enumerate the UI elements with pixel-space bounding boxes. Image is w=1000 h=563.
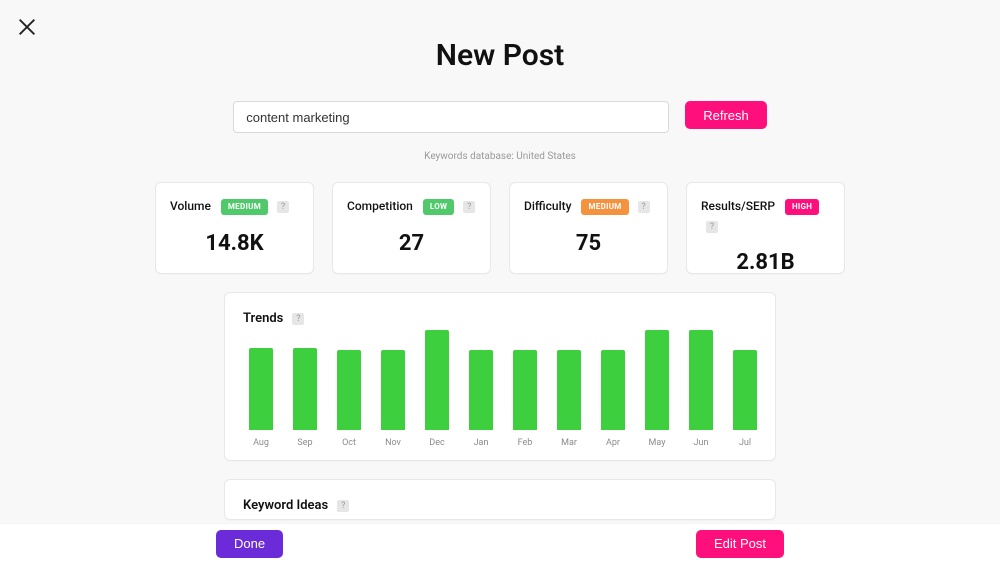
bar-label: Oct xyxy=(342,438,356,448)
badge-difficulty: MEDIUM xyxy=(581,199,628,215)
bar xyxy=(293,348,317,430)
trends-bar: May xyxy=(645,330,669,448)
card-difficulty: Difficulty MEDIUM ? 75 xyxy=(509,182,668,274)
card-results: Results/SERP HIGH ? 2.81B xyxy=(686,182,845,274)
card-volume-label: Volume xyxy=(170,199,211,213)
card-results-value: 2.81B xyxy=(701,250,830,275)
done-button[interactable]: Done xyxy=(216,530,283,558)
bar xyxy=(425,330,449,430)
bar-label: Jan xyxy=(474,438,489,448)
search-row: Refresh xyxy=(0,101,1000,133)
trends-bar: Mar xyxy=(557,350,581,448)
trends-bar: Dec xyxy=(425,330,449,448)
trends-chart: Aug Sep Oct Nov Dec Jan Feb Mar Apr May Jun Jul xyxy=(243,338,757,448)
edit-post-button[interactable]: Edit Post xyxy=(696,530,784,558)
card-difficulty-value: 75 xyxy=(524,231,653,256)
trends-bar: Feb xyxy=(513,350,537,448)
card-results-label: Results/SERP xyxy=(701,199,775,213)
bar-label: Feb xyxy=(518,438,533,448)
bar-label: Nov xyxy=(385,438,401,448)
badge-results: HIGH xyxy=(785,199,819,215)
bar xyxy=(381,350,405,430)
bar xyxy=(513,350,537,430)
trends-bar: Jan xyxy=(469,350,493,448)
close-icon xyxy=(16,23,38,42)
help-icon[interactable]: ? xyxy=(706,221,718,233)
trends-bar: Oct xyxy=(337,350,361,448)
trends-panel: Trends ? Aug Sep Oct Nov Dec Jan Feb Mar Apr May J… xyxy=(224,292,776,461)
trends-bar: Jul xyxy=(733,350,757,448)
bar xyxy=(601,350,625,430)
trends-bar: Apr xyxy=(601,350,625,448)
card-competition-value: 27 xyxy=(347,231,476,256)
bar-label: Dec xyxy=(429,438,444,448)
bar-label: Sep xyxy=(297,438,312,448)
page-title: New Post xyxy=(0,38,1000,73)
bar-label: Jul xyxy=(739,438,751,448)
trends-title: Trends xyxy=(243,311,283,326)
bar xyxy=(689,330,713,430)
bar xyxy=(469,350,493,430)
bar xyxy=(733,350,757,430)
help-icon[interactable]: ? xyxy=(463,201,475,213)
bar-label: Jun xyxy=(694,438,709,448)
keyword-input[interactable] xyxy=(233,101,669,133)
help-icon[interactable]: ? xyxy=(337,500,349,512)
bar xyxy=(645,330,669,430)
help-icon[interactable]: ? xyxy=(292,313,304,325)
bar xyxy=(557,350,581,430)
bottom-bar: Done Edit Post xyxy=(0,523,1000,563)
metrics-row: Volume MEDIUM ? 14.8K Competition LOW ? … xyxy=(0,182,1000,274)
card-difficulty-label: Difficulty xyxy=(524,199,572,213)
card-volume-value: 14.8K xyxy=(170,231,299,256)
bar-label: May xyxy=(649,438,666,448)
bar xyxy=(249,348,273,430)
trends-bar: Nov xyxy=(381,350,405,448)
keyword-ideas-panel: Keyword Ideas ? xyxy=(224,479,776,520)
trends-bar: Sep xyxy=(293,348,317,448)
card-competition-label: Competition xyxy=(347,199,413,213)
refresh-button[interactable]: Refresh xyxy=(685,101,767,129)
bar xyxy=(337,350,361,430)
bar-label: Aug xyxy=(253,438,269,448)
trends-bar: Aug xyxy=(249,348,273,448)
help-icon[interactable]: ? xyxy=(277,201,289,213)
trends-bar: Jun xyxy=(689,330,713,448)
badge-competition: LOW xyxy=(423,199,455,215)
card-volume: Volume MEDIUM ? 14.8K xyxy=(155,182,314,274)
bar-label: Apr xyxy=(606,438,620,448)
bar-label: Mar xyxy=(561,438,577,448)
keyword-ideas-title: Keyword Ideas xyxy=(243,498,328,513)
close-button[interactable] xyxy=(16,16,38,42)
badge-volume: MEDIUM xyxy=(221,199,268,215)
card-competition: Competition LOW ? 27 xyxy=(332,182,491,274)
database-note: Keywords database: United States xyxy=(0,151,1000,162)
help-icon[interactable]: ? xyxy=(638,201,650,213)
